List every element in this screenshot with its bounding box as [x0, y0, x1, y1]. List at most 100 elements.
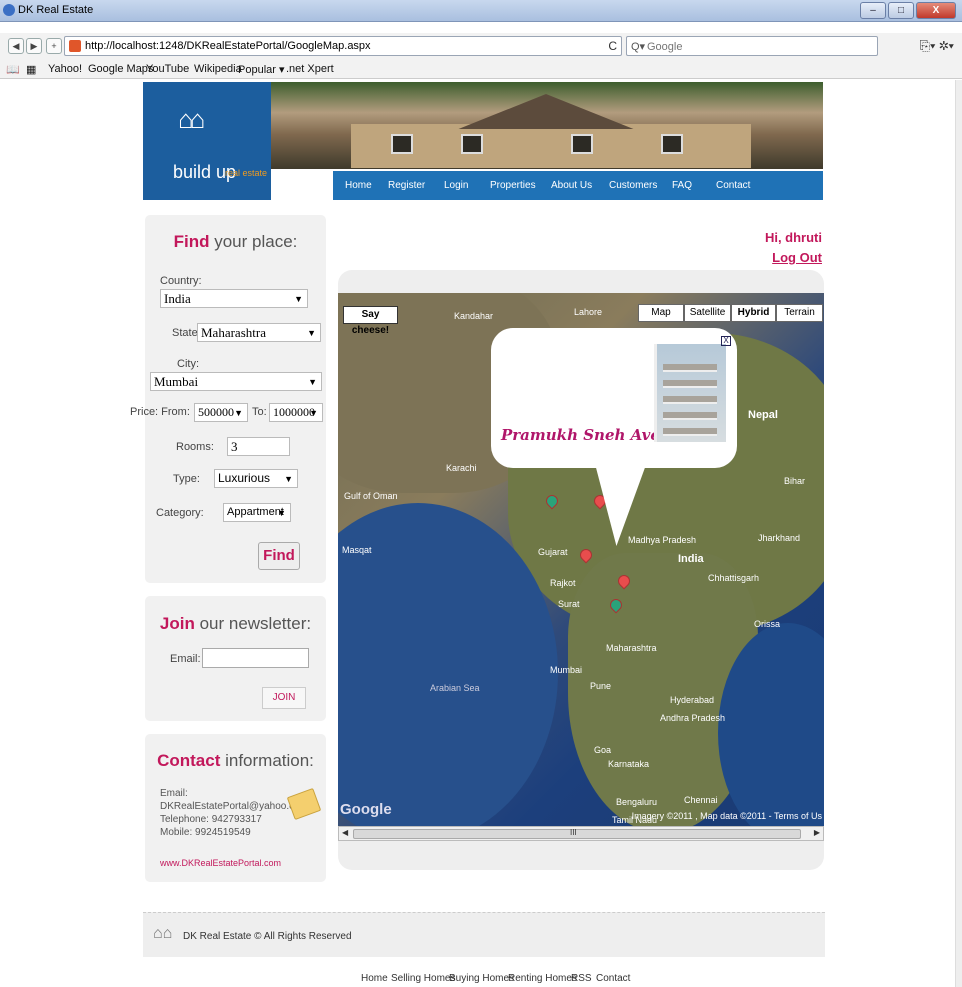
bookmark-youtube[interactable]: YouTube	[146, 63, 189, 75]
menu-contact[interactable]: Contact	[716, 180, 750, 191]
close-window-button[interactable]: X	[916, 2, 956, 19]
address-bar[interactable]: http://localhost:1248/DKRealEstatePortal…	[64, 36, 622, 56]
header-house-image	[271, 82, 823, 169]
contact-website-link[interactable]: www.DKRealEstatePortal.com	[160, 858, 281, 868]
map-horizontal-scrollbar[interactable]: ◀ III ▶	[338, 826, 824, 841]
menu-faq[interactable]: FAQ	[672, 180, 692, 191]
map-label: Karnataka	[608, 759, 650, 769]
contact-email[interactable]: DKRealEstatePortal@yahoo.com	[160, 801, 308, 812]
map-label: Kandahar	[454, 311, 494, 321]
scroll-thumb[interactable]: III	[353, 828, 801, 839]
site-header: ⌂⌂ build up real estate Home Register Lo…	[143, 82, 823, 200]
find-panel: Find your place:	[145, 215, 326, 583]
bookmark-yahoo[interactable]: Yahoo!	[48, 63, 82, 75]
price-to-select[interactable]: 1000000 ▼	[269, 403, 323, 422]
search-engine-icon: Q▾	[631, 41, 646, 53]
menu-customers[interactable]: Customers	[609, 180, 657, 191]
search-box[interactable]: Q▾	[626, 36, 878, 56]
bookmark-popular[interactable]: Popular ▾	[238, 63, 285, 76]
page-tools-menu-icon[interactable]: ⎘▾ ✲▾	[920, 38, 954, 54]
footer-link-renting-homes[interactable]: Renting Homes	[508, 973, 577, 984]
map-label: Orissa	[754, 619, 781, 629]
contact-email-label: Email:	[160, 788, 188, 799]
bookmark-google-maps[interactable]: Google Maps	[88, 63, 153, 75]
footer-link-rss[interactable]: RSS	[571, 973, 592, 984]
footer-link-home[interactable]: Home	[361, 973, 388, 984]
top-sites-grid-icon[interactable]: ▦	[26, 63, 36, 76]
add-bookmark-button[interactable]: +	[46, 38, 62, 54]
search-input[interactable]	[647, 39, 867, 54]
bookmarks-bar: 📖 ▦ Yahoo! Google Maps YouTube Wikipedia…	[0, 59, 962, 79]
menu-login[interactable]: Login	[444, 180, 468, 191]
map-label: India	[678, 553, 704, 565]
map-type-terrain[interactable]: Terrain	[776, 304, 823, 322]
window-titlebar: DK Real Estate – □ X	[0, 0, 962, 22]
minimize-button[interactable]: –	[860, 2, 886, 19]
property-photo	[654, 344, 726, 442]
map-label: Goa	[594, 745, 612, 755]
join-button[interactable]: JOIN	[262, 687, 306, 709]
url-text[interactable]: http://localhost:1248/DKRealEstatePortal…	[85, 40, 371, 52]
map-attribution[interactable]: Imagery ©2011 , Map data ©2011 - Terms o…	[632, 811, 822, 821]
country-select[interactable]: India ▼	[160, 289, 308, 308]
brand-sub: real estate	[225, 168, 268, 178]
footer-copyright: DK Real Estate © All Rights Reserved	[183, 931, 352, 942]
menu-register[interactable]: Register	[388, 180, 425, 191]
reader-icon[interactable]: 📖	[6, 63, 20, 76]
bookmark-wikipedia[interactable]: Wikipedia	[194, 63, 242, 75]
map-info-window: Pramukh Sneh Avenue X	[491, 328, 737, 546]
site-logo[interactable]: ⌂⌂ build up real estate	[143, 82, 271, 200]
chevron-down-icon: ▼	[307, 328, 316, 338]
newsletter-title: Join our newsletter:	[159, 614, 312, 633]
map-label: Arabian Sea	[430, 683, 480, 693]
scroll-left-icon[interactable]: ◀	[342, 828, 348, 837]
footer-link-buying-homes[interactable]: Buying Homes	[449, 973, 514, 984]
site-favicon-icon	[69, 40, 81, 52]
map-type-hybrid[interactable]: Hybrid	[731, 304, 776, 322]
logout-link[interactable]: Log Out	[772, 250, 822, 265]
rooms-label: Rooms:	[176, 441, 214, 453]
say-cheese-button[interactable]: Say cheese!	[343, 306, 398, 336]
category-select[interactable]: Appartment ▼	[223, 503, 291, 522]
map-label: Andhra Pradesh	[660, 713, 726, 723]
vertical-scrollbar[interactable]	[955, 80, 962, 987]
footer-link-selling-homes[interactable]: Selling Homes	[391, 973, 455, 984]
map-label: Bihar	[784, 476, 806, 486]
menu-about-us[interactable]: About Us	[551, 180, 592, 191]
footer-link-contact[interactable]: Contact	[596, 973, 630, 984]
map-type-satellite[interactable]: Satellite	[684, 304, 731, 322]
find-button[interactable]: Find	[258, 542, 300, 570]
bookmark-net-xpert[interactable]: .net Xpert	[286, 63, 334, 75]
chevron-down-icon: ▼	[284, 474, 293, 484]
map-label: Jharkhand	[758, 533, 801, 543]
city-select[interactable]: Mumbai ▼	[150, 372, 322, 391]
menu-properties[interactable]: Properties	[490, 180, 536, 191]
rooms-input[interactable]: 3	[227, 437, 290, 456]
price-from-label: Price: From:	[130, 406, 190, 418]
newsletter-email-input[interactable]	[202, 648, 309, 668]
reload-icon[interactable]: C	[608, 39, 617, 53]
map-label: Rajkot	[550, 578, 576, 588]
menu-home[interactable]: Home	[345, 180, 372, 191]
map-label: Maharashtra	[606, 643, 657, 653]
state-select[interactable]: Maharashtra ▼	[197, 323, 321, 342]
map-label: Madhya Pradesh	[628, 535, 697, 545]
maximize-button[interactable]: □	[888, 2, 914, 19]
country-label: Country:	[160, 275, 202, 287]
map-label: Bengaluru	[616, 797, 658, 807]
forward-button[interactable]: ▶	[26, 38, 42, 54]
type-select[interactable]: Luxurious ▼	[214, 469, 298, 488]
chevron-down-icon: ▼	[277, 508, 286, 518]
price-to-label: To:	[252, 406, 267, 418]
map-type-map[interactable]: Map	[638, 304, 684, 322]
city-label: City:	[177, 358, 199, 370]
category-label: Category:	[156, 507, 204, 519]
info-window-close-icon[interactable]: X	[721, 336, 731, 346]
back-button[interactable]: ◀	[8, 38, 24, 54]
main-menu: Home Register Login Properties About Us …	[333, 171, 823, 200]
price-from-select[interactable]: 500000 ▼	[194, 403, 248, 422]
type-label: Type:	[173, 473, 200, 485]
scroll-right-icon[interactable]: ▶	[814, 828, 820, 837]
chevron-down-icon: ▼	[234, 408, 243, 418]
google-logo[interactable]: Google	[340, 801, 392, 818]
